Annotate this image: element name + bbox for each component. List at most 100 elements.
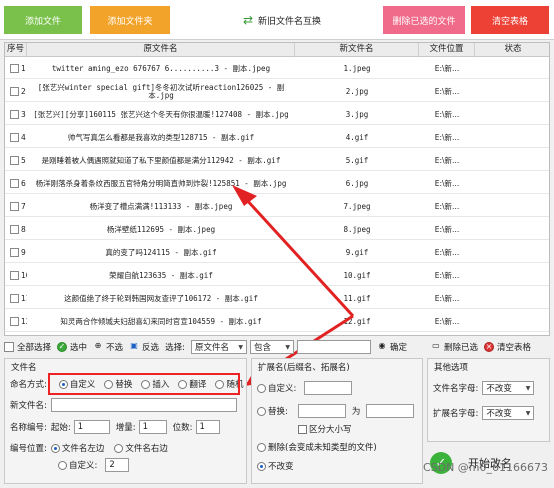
- match-select[interactable]: 包含 ▼: [249, 340, 294, 354]
- table-row[interactable]: 7 杨洋变了槽点满满!113133 - 副本.jpeg 7.jpeg E:\新...: [5, 196, 549, 217]
- table-row[interactable]: 2 [张艺兴winter special gift]冬冬初次试听reaction1…: [5, 81, 549, 102]
- column-header-location[interactable]: 文件位置: [419, 43, 475, 57]
- cell-location: E:\新...: [434, 109, 460, 119]
- chevron-down-icon: ▼: [525, 384, 531, 392]
- watermark: CSDN @m0_61166673: [422, 461, 548, 474]
- deselect-label: 不选: [106, 343, 124, 353]
- cell-location: E:\新...: [434, 270, 460, 280]
- clear-table-button[interactable]: 清空表格: [471, 6, 549, 34]
- pos-custom-radio[interactable]: [58, 460, 67, 470]
- cell-index: 10: [21, 270, 27, 280]
- cell-new-name: 10.gif: [343, 270, 371, 280]
- select-all-checkbox[interactable]: 全部选择: [4, 341, 51, 353]
- column-header-status[interactable]: 状态: [475, 43, 549, 57]
- invert-button[interactable]: ▣ 反选: [129, 341, 160, 354]
- new-name-input[interactable]: [50, 398, 237, 412]
- cell-location: E:\新...: [434, 316, 460, 326]
- start-input[interactable]: 1: [73, 420, 110, 434]
- ext-case-row: 区分大小写: [298, 423, 352, 435]
- table-row[interactable]: 12 知灵两合作倾城夫妇甜喜幻来同时官宣104559 - 副本.gif 12.gif…: [5, 311, 549, 332]
- table-row[interactable]: 9 真的变了吗124115 - 副本.gif 9.gif E:\新...: [5, 242, 549, 263]
- field-select-value: 原文件名: [194, 343, 229, 353]
- ext-replace-as-label: 为: [351, 407, 361, 417]
- ext-custom-radio[interactable]: [257, 383, 266, 393]
- ext-replace-radio[interactable]: [257, 406, 266, 416]
- step-input[interactable]: 1: [138, 420, 167, 434]
- trash-icon: ▭: [432, 341, 440, 350]
- pos-right-radio[interactable]: [114, 443, 124, 453]
- match-text-input[interactable]: [296, 340, 371, 354]
- confirm-button[interactable]: ◉ 确定: [377, 341, 407, 354]
- table-row[interactable]: 5 是刚睡着被人偶遇照就知道了私下里颜值都是满分112942 - 副本.gif 5.…: [5, 150, 549, 171]
- name-case-label: 文件名字母:: [433, 384, 479, 394]
- cell-location: E:\新...: [434, 132, 460, 142]
- check-circle-icon: ✓: [57, 342, 68, 352]
- ext-custom-row: 自定义:: [257, 381, 353, 395]
- column-header-index[interactable]: 序号: [5, 43, 27, 57]
- ext-case-select[interactable]: 不改变 ▼: [482, 406, 535, 420]
- naming-mode-label: 命名方式:: [10, 380, 47, 390]
- cell-new-name: 6.jpg: [345, 178, 369, 188]
- invert-label: 反选: [142, 343, 160, 353]
- table-row[interactable]: 4 帅气写真怎么看都是我喜欢的类型128715 - 副本.gif 4.gif E:\新…: [5, 127, 549, 148]
- field-select[interactable]: 原文件名 ▼: [190, 340, 247, 354]
- ext-delete-label: 删除(会变成未知类型的文件): [268, 443, 377, 453]
- ext-replace-to-input[interactable]: [366, 404, 415, 418]
- cell-status: [475, 127, 549, 148]
- table-row[interactable]: 6 杨洋刚落杀身着条纹西服五官特角分明简直帅到炸裂!125851 - 副本.jpg…: [5, 173, 549, 194]
- table-row[interactable]: 10 荣耀自航123635 - 副本.gif 10.gif E:\新...: [5, 265, 549, 286]
- cell-location: E:\新...: [434, 86, 460, 96]
- numbering-row: 名称编号: 起始: 1 增量: 1 位数: 1: [10, 420, 220, 434]
- table-row[interactable]: 8 杨洋壁纸112695 - 副本.jpeg 8.jpeg E:\新...: [5, 219, 549, 240]
- add-file-button[interactable]: 添加文件: [4, 6, 82, 34]
- numbering-label: 名称编号:: [10, 423, 47, 433]
- cell-status: [475, 311, 549, 332]
- column-header-new-name[interactable]: 新文件名: [295, 43, 419, 57]
- cell-location: E:\新...: [434, 224, 460, 234]
- cell-new-name: 7.jpeg: [343, 201, 371, 211]
- case-sensitive-checkbox[interactable]: [298, 424, 307, 434]
- filename-panel-title: 文件名: [11, 363, 37, 373]
- chevron-down-icon: ▼: [285, 343, 290, 351]
- pos-custom-input[interactable]: 2: [105, 458, 130, 472]
- cell-new-name: 11.gif: [343, 293, 371, 303]
- name-case-select[interactable]: 不改变 ▼: [482, 381, 535, 395]
- ext-replace-from-input[interactable]: [297, 404, 346, 418]
- cell-index: 8: [21, 224, 26, 234]
- match-select-value: 包含: [253, 343, 271, 353]
- ext-delete-radio[interactable]: [257, 442, 266, 452]
- cell-index: 11: [21, 293, 27, 303]
- start-label: 起始:: [50, 423, 71, 433]
- cell-index: 7: [21, 201, 26, 211]
- select-checked-button[interactable]: ✓ 选中: [57, 341, 87, 353]
- naming-mode-highlight: [48, 373, 240, 395]
- delete-selected-button[interactable]: ▭ 删除已选: [431, 341, 478, 354]
- cell-status: [475, 242, 549, 263]
- name-case-value: 不改变: [486, 384, 512, 394]
- delete-selected-label: 删除已选: [443, 343, 478, 353]
- cell-status: [475, 219, 549, 240]
- table-row[interactable]: 11 这颜值绝了终于轮到韩国网友查评了106172 - 副本.gif 11.gif E…: [5, 288, 549, 309]
- clear-table-link[interactable]: × 清空表格: [483, 341, 531, 353]
- ext-nochange-label: 不改变: [268, 462, 294, 472]
- add-folder-button[interactable]: 添加文件夹: [90, 6, 170, 34]
- ext-nochange-radio[interactable]: [257, 461, 266, 471]
- cell-new-name: 1.jpeg: [343, 63, 371, 73]
- table-row[interactable]: 3 [张艺兴][分享]160115 张艺兴这个冬天有你很温暖!127408 - 副…: [5, 104, 549, 125]
- table-header: 序号 原文件名 新文件名 文件位置 状态: [5, 43, 549, 57]
- cell-status: [475, 58, 549, 79]
- cell-new-name: 9.gif: [345, 247, 369, 257]
- remove-selected-button[interactable]: 删除已选的文件: [383, 6, 465, 34]
- cell-location: E:\新...: [434, 155, 460, 165]
- digits-input[interactable]: 1: [195, 420, 220, 434]
- swap-names-button[interactable]: ⇄ 新旧文件名互换: [232, 6, 332, 34]
- pos-left-radio[interactable]: [50, 443, 60, 453]
- cell-original-name: 知灵两合作倾城夫妇甜喜幻来同时官宣104559 - 副本.gif: [60, 316, 262, 326]
- name-case-row: 文件名字母: 不改变 ▼: [433, 381, 535, 395]
- column-header-original-name[interactable]: 原文件名: [27, 43, 295, 57]
- cell-location: E:\新...: [434, 63, 460, 73]
- ext-custom-input[interactable]: [304, 381, 353, 395]
- deselect-button[interactable]: ⊕ 不选: [93, 341, 124, 354]
- table-row[interactable]: 1 twitter aming_ezo 676767 6..........3 -…: [5, 58, 549, 79]
- cell-index: 1: [21, 63, 26, 73]
